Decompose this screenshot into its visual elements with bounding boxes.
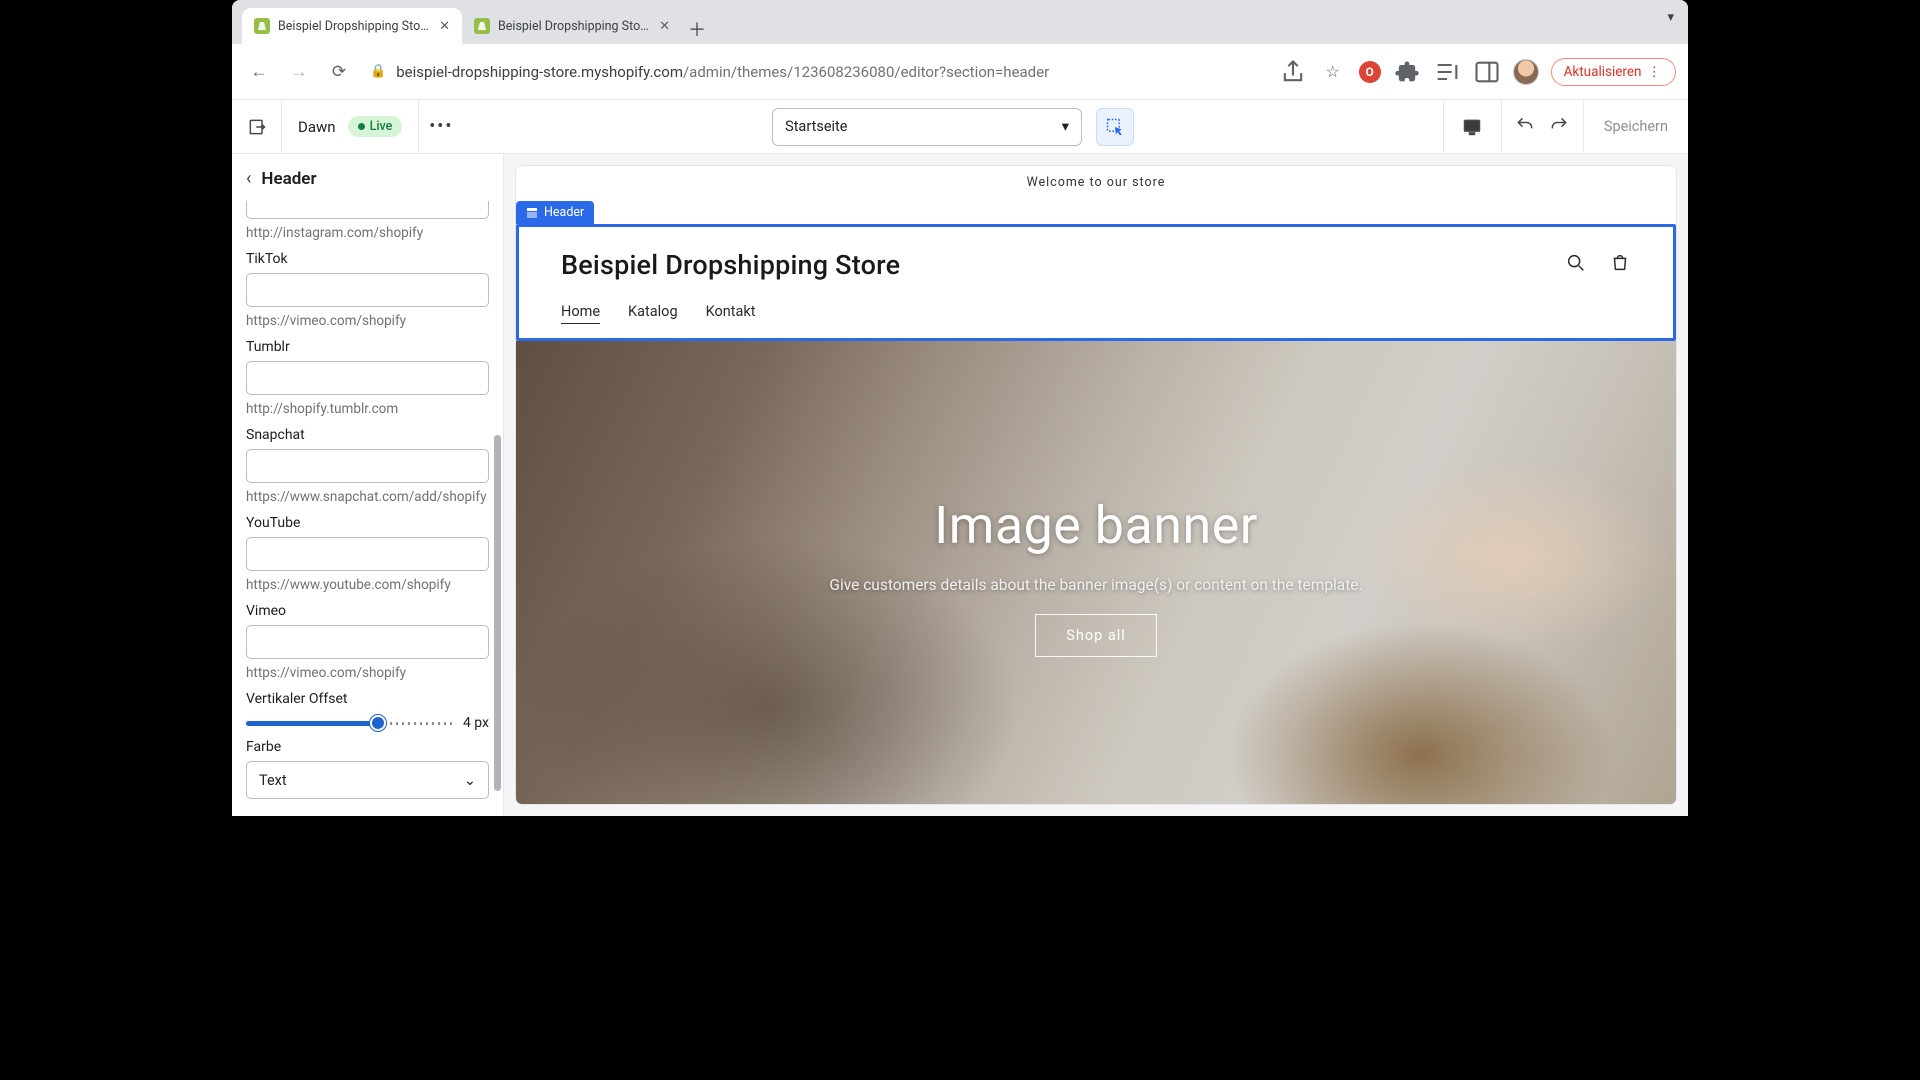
editor-topbar: Dawn Live ••• Startseite ▾ bbox=[232, 100, 1688, 154]
field-label: Tumblr bbox=[246, 339, 489, 355]
reading-list-icon[interactable] bbox=[1433, 58, 1461, 86]
farbe-select[interactable]: Text ⌄ bbox=[246, 761, 489, 799]
bookmark-star-icon[interactable]: ☆ bbox=[1319, 58, 1347, 86]
page-selector[interactable]: Startseite ▾ bbox=[772, 108, 1082, 146]
cart-icon[interactable] bbox=[1609, 252, 1631, 278]
url-host: beispiel-dropshipping-store.myshopify.co… bbox=[396, 63, 683, 81]
close-tab-icon[interactable]: ✕ bbox=[659, 19, 670, 34]
field-label: Vimeo bbox=[246, 603, 489, 619]
preview-canvas: Welcome to our store Header Beispiel Dro… bbox=[504, 154, 1688, 816]
forward-button: → bbox=[284, 57, 314, 87]
panel-title: Header bbox=[261, 169, 316, 189]
undo-button[interactable] bbox=[1515, 115, 1535, 139]
offset-slider[interactable] bbox=[246, 715, 453, 731]
slider-value: 4 px bbox=[463, 715, 489, 731]
field-hint: https://vimeo.com/shopify bbox=[246, 665, 489, 681]
field-hint: http://instagram.com/shopify bbox=[246, 225, 489, 241]
field-hint: http://shopify.tumblr.com bbox=[246, 401, 489, 417]
youtube-input[interactable] bbox=[246, 537, 489, 571]
field-hint: https://www.youtube.com/shopify bbox=[246, 577, 489, 593]
adblock-extension-icon[interactable]: O bbox=[1359, 61, 1381, 83]
browser-chrome: Beispiel Dropshipping Store · D ✕ Beispi… bbox=[232, 0, 1688, 100]
tiktok-input[interactable] bbox=[246, 273, 489, 307]
live-badge: Live bbox=[348, 116, 403, 137]
input-partial[interactable] bbox=[246, 201, 489, 219]
header-section-selected[interactable]: Header Beispiel Dropshipping Store Home bbox=[516, 224, 1676, 341]
hero-subtitle: Give customers details about the banner … bbox=[829, 576, 1362, 594]
nav-home[interactable]: Home bbox=[561, 303, 600, 324]
lock-icon: 🔒 bbox=[370, 64, 386, 79]
field-label: Snapchat bbox=[246, 427, 489, 443]
chevron-down-icon[interactable]: ▾ bbox=[1667, 10, 1674, 25]
nav-kontakt[interactable]: Kontakt bbox=[706, 303, 756, 324]
store-title: Beispiel Dropshipping Store bbox=[561, 249, 900, 281]
hero-title: Image banner bbox=[934, 495, 1258, 556]
shopify-favicon-icon bbox=[474, 18, 490, 34]
settings-panel: ‹ Header http://instagram.com/shopify Ti… bbox=[232, 154, 504, 816]
search-icon[interactable] bbox=[1565, 252, 1587, 278]
update-button[interactable]: Aktualisieren⋮ bbox=[1551, 58, 1676, 86]
device-preview-button[interactable] bbox=[1443, 100, 1501, 154]
exit-editor-button[interactable] bbox=[232, 100, 282, 154]
inspector-toggle-button[interactable] bbox=[1096, 108, 1134, 146]
snapchat-input[interactable] bbox=[246, 449, 489, 483]
theme-editor: Dawn Live ••• Startseite ▾ bbox=[232, 100, 1688, 816]
profile-avatar[interactable] bbox=[1513, 59, 1539, 85]
field-label: Vertikaler Offset bbox=[246, 691, 489, 707]
hero-button[interactable]: Shop all bbox=[1035, 614, 1157, 657]
tumblr-input[interactable] bbox=[246, 361, 489, 395]
close-tab-icon[interactable]: ✕ bbox=[439, 19, 450, 34]
theme-name: Dawn bbox=[298, 118, 336, 136]
field-label: TikTok bbox=[246, 251, 489, 267]
save-button: Speichern bbox=[1583, 100, 1688, 154]
kebab-menu-icon[interactable]: ⋮ bbox=[1648, 64, 1664, 80]
toolbar-row: ← → ⟳ 🔒 beispiel-dropshipping-store.mysh… bbox=[232, 44, 1688, 100]
browser-tab[interactable]: Beispiel Dropshipping Store · E ✕ bbox=[462, 8, 682, 44]
announcement-bar[interactable]: Welcome to our store bbox=[516, 166, 1676, 198]
field-hint: https://vimeo.com/shopify bbox=[246, 313, 489, 329]
back-button[interactable]: ← bbox=[244, 57, 274, 87]
vimeo-input[interactable] bbox=[246, 625, 489, 659]
shopify-favicon-icon bbox=[254, 18, 270, 34]
address-bar[interactable]: 🔒 beispiel-dropshipping-store.myshopify.… bbox=[364, 63, 1269, 81]
nav-katalog[interactable]: Katalog bbox=[628, 303, 678, 324]
extensions-puzzle-icon[interactable] bbox=[1393, 58, 1421, 86]
side-panel-icon[interactable] bbox=[1473, 58, 1501, 86]
select-caret-icon: ⌄ bbox=[464, 772, 476, 789]
field-label: Farbe bbox=[246, 739, 489, 755]
theme-info: Dawn Live bbox=[282, 100, 419, 154]
tab-strip: Beispiel Dropshipping Store · D ✕ Beispi… bbox=[232, 0, 1688, 44]
tab-title: Beispiel Dropshipping Store · D bbox=[278, 19, 431, 34]
field-label: YouTube bbox=[246, 515, 489, 531]
panel-scrollbar[interactable] bbox=[493, 201, 501, 816]
redo-button[interactable] bbox=[1549, 115, 1569, 139]
new-tab-button[interactable]: ＋ bbox=[682, 14, 712, 44]
reload-button[interactable]: ⟳ bbox=[324, 57, 354, 87]
image-banner-section[interactable]: Image banner Give customers details abou… bbox=[516, 341, 1676, 804]
panel-back-button[interactable]: ‹ bbox=[246, 168, 251, 189]
browser-tab[interactable]: Beispiel Dropshipping Store · D ✕ bbox=[242, 8, 462, 44]
more-actions-button[interactable]: ••• bbox=[419, 116, 463, 137]
chevron-down-icon: ▾ bbox=[1062, 118, 1069, 135]
share-icon[interactable] bbox=[1279, 58, 1307, 86]
selection-tag[interactable]: Header bbox=[516, 201, 594, 224]
tab-title: Beispiel Dropshipping Store · E bbox=[498, 19, 651, 34]
field-hint: https://www.snapchat.com/add/shopify bbox=[246, 489, 489, 505]
url-path: /admin/themes/123608236080/editor?sectio… bbox=[683, 63, 1049, 81]
